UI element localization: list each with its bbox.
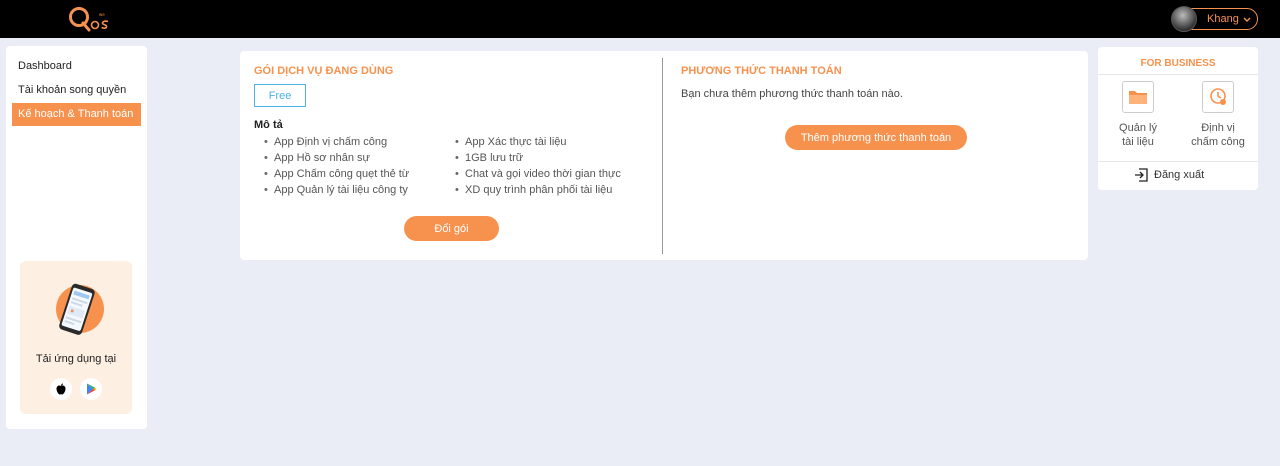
description-title: Mô tả bbox=[254, 119, 283, 131]
sidebar-item-dashboard[interactable]: Dashboard bbox=[18, 60, 72, 72]
list-item: App Hồ sơ nhân sự bbox=[260, 152, 409, 168]
business-panel: FOR BUSINESS Quản lý tài liệu Định vị ch… bbox=[1098, 47, 1258, 190]
app-tile-attendance[interactable]: Định vị chấm công bbox=[1183, 81, 1253, 161]
svg-text:we: we bbox=[99, 12, 105, 17]
apple-icon[interactable] bbox=[50, 378, 72, 400]
payment-title: PHƯƠNG THỨC THANH TOÁN bbox=[681, 65, 842, 77]
sidebar-item-dual-account[interactable]: Tài khoản song quyền bbox=[18, 84, 126, 96]
plan-badge: Free bbox=[254, 84, 306, 107]
clock-location-icon bbox=[1202, 81, 1234, 113]
plan-payment-card: GÓI DỊCH VỤ ĐANG DÙNG Free Mô tả App Địn… bbox=[240, 51, 1088, 260]
app-tile-documents[interactable]: Quản lý tài liệu bbox=[1103, 81, 1173, 161]
user-menu[interactable]: Khang bbox=[1171, 6, 1258, 32]
user-name: Khang bbox=[1207, 13, 1239, 25]
payment-empty-text: Bạn chưa thêm phương thức thanh toán nào… bbox=[681, 88, 903, 100]
list-item: App Định vị chấm công bbox=[260, 136, 409, 152]
chevron-down-icon bbox=[1243, 12, 1251, 29]
divider bbox=[662, 58, 663, 254]
app-logo[interactable]: we bbox=[68, 4, 118, 34]
add-payment-method-button[interactable]: Thêm phương thức thanh toán bbox=[785, 125, 967, 150]
logout-button[interactable]: Đăng xuất bbox=[1134, 168, 1204, 182]
app-download-card: Tải ứng dụng tại bbox=[20, 261, 132, 414]
logout-label: Đăng xuất bbox=[1154, 169, 1205, 181]
list-item: App Chấm công quẹt thẻ từ bbox=[260, 168, 409, 184]
app-tile-label: Định vị chấm công bbox=[1191, 122, 1245, 148]
list-item: 1GB lưu trữ bbox=[451, 152, 621, 168]
feature-list-right: App Xác thực tài liệu 1GB lưu trữ Chat v… bbox=[451, 136, 621, 200]
feature-list-left: App Định vị chấm công App Hồ sơ nhân sự … bbox=[260, 136, 409, 200]
change-plan-button[interactable]: Đổi gói bbox=[404, 216, 499, 241]
list-item: App Quản lý tài liệu công ty bbox=[260, 184, 409, 200]
sidebar: Dashboard Tài khoản song quyền Kế hoạch … bbox=[6, 46, 147, 429]
divider bbox=[1098, 74, 1258, 75]
google-play-icon[interactable] bbox=[80, 378, 102, 400]
app-tile-label: Quản lý tài liệu bbox=[1119, 122, 1157, 148]
phone-illustration bbox=[52, 281, 104, 339]
divider bbox=[1098, 161, 1258, 162]
folder-icon bbox=[1122, 81, 1154, 113]
list-item: Chat và gọi video thời gian thực bbox=[451, 168, 621, 184]
list-item: App Xác thực tài liệu bbox=[451, 136, 621, 152]
list-item: XD quy trình phân phối tài liệu bbox=[451, 184, 621, 200]
business-title: FOR BUSINESS bbox=[1140, 58, 1216, 69]
avatar bbox=[1171, 6, 1197, 32]
sidebar-item-plan-billing[interactable]: Kế hoạch & Thanh toán bbox=[12, 103, 141, 126]
app-download-text: Tải ứng dụng tại bbox=[35, 353, 117, 365]
top-bar: we Khang bbox=[0, 0, 1280, 38]
plan-title: GÓI DỊCH VỤ ĐANG DÙNG bbox=[254, 65, 394, 77]
logout-icon bbox=[1134, 168, 1148, 182]
